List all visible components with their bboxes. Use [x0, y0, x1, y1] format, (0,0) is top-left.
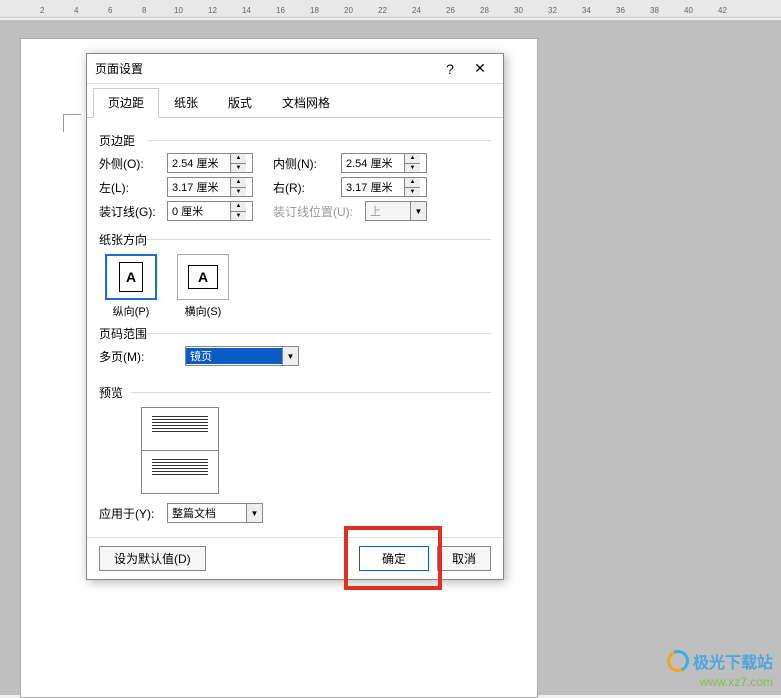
portrait-icon: A: [119, 262, 143, 292]
dialog-tabs: 页边距 纸张 版式 文档网格: [87, 84, 503, 118]
spin-up-icon[interactable]: ▲: [405, 154, 420, 164]
gutter-input[interactable]: ▲▼: [167, 201, 253, 221]
orientation-landscape[interactable]: A 横向(S): [177, 254, 229, 319]
orientation-portrait[interactable]: A 纵向(P): [105, 254, 157, 319]
cancel-button[interactable]: 取消: [437, 546, 491, 571]
outer-margin-input[interactable]: ▲▼: [167, 153, 253, 173]
right-margin-input[interactable]: ▲▼: [341, 177, 427, 197]
dropdown-icon[interactable]: ▼: [246, 504, 262, 522]
horizontal-ruler: 2 4 6 8 10 12 14 16 18 20 22 24 26 28 30…: [0, 0, 781, 18]
spin-down-icon[interactable]: ▼: [231, 188, 246, 197]
left-margin-input[interactable]: ▲▼: [167, 177, 253, 197]
preview-pane: [141, 407, 219, 494]
page-setup-dialog: 页面设置 ? ✕ 页边距 纸张 版式 文档网格 页边距 外侧(O): ▲▼ 内侧…: [86, 53, 504, 580]
multi-page-select[interactable]: 镜页▼: [185, 346, 299, 366]
orientation-group-label: 纸张方向: [99, 231, 491, 248]
spin-up-icon[interactable]: ▲: [231, 178, 246, 188]
dialog-title: 页面设置: [95, 60, 435, 77]
apply-to-select[interactable]: 整篇文档▼: [167, 503, 263, 523]
dropdown-icon[interactable]: ▼: [282, 347, 298, 365]
dialog-titlebar[interactable]: 页面设置 ? ✕: [87, 54, 503, 84]
tab-layout[interactable]: 版式: [213, 88, 267, 117]
tab-grid[interactable]: 文档网格: [267, 88, 345, 117]
watermark: 极光下载站 www.xz7.com: [667, 649, 773, 689]
gutter-pos-label: 装订线位置(U):: [273, 203, 365, 220]
spin-up-icon[interactable]: ▲: [231, 154, 246, 164]
margins-group-label: 页边距: [99, 132, 491, 149]
gutter-label: 装订线(G):: [99, 203, 167, 220]
gutter-pos-select: 上▼: [365, 201, 427, 221]
tab-margins[interactable]: 页边距: [93, 88, 159, 118]
outer-label: 外侧(O):: [99, 155, 167, 172]
preview-group-label: 预览: [99, 384, 491, 401]
multi-page-label: 多页(M):: [99, 348, 167, 365]
landscape-icon: A: [188, 265, 218, 289]
margin-corner-icon: [63, 114, 81, 132]
spin-down-icon[interactable]: ▼: [231, 164, 246, 173]
pages-group-label: 页码范围: [99, 325, 491, 342]
spin-up-icon[interactable]: ▲: [231, 202, 246, 212]
inner-margin-input[interactable]: ▲▼: [341, 153, 427, 173]
watermark-logo-icon: [664, 647, 692, 675]
set-default-button[interactable]: 设为默认值(D): [99, 546, 206, 571]
right-label: 右(R):: [273, 179, 341, 196]
dropdown-icon: ▼: [410, 202, 426, 220]
inner-label: 内侧(N):: [273, 155, 341, 172]
left-label: 左(L):: [99, 179, 167, 196]
spin-up-icon[interactable]: ▲: [405, 178, 420, 188]
tab-paper[interactable]: 纸张: [159, 88, 213, 117]
spin-down-icon[interactable]: ▼: [405, 164, 420, 173]
close-button[interactable]: ✕: [465, 60, 495, 77]
spin-down-icon[interactable]: ▼: [231, 212, 246, 221]
apply-to-label: 应用于(Y):: [99, 505, 167, 522]
ok-button[interactable]: 确定: [359, 546, 429, 571]
spin-down-icon[interactable]: ▼: [405, 188, 420, 197]
help-button[interactable]: ?: [435, 61, 465, 77]
